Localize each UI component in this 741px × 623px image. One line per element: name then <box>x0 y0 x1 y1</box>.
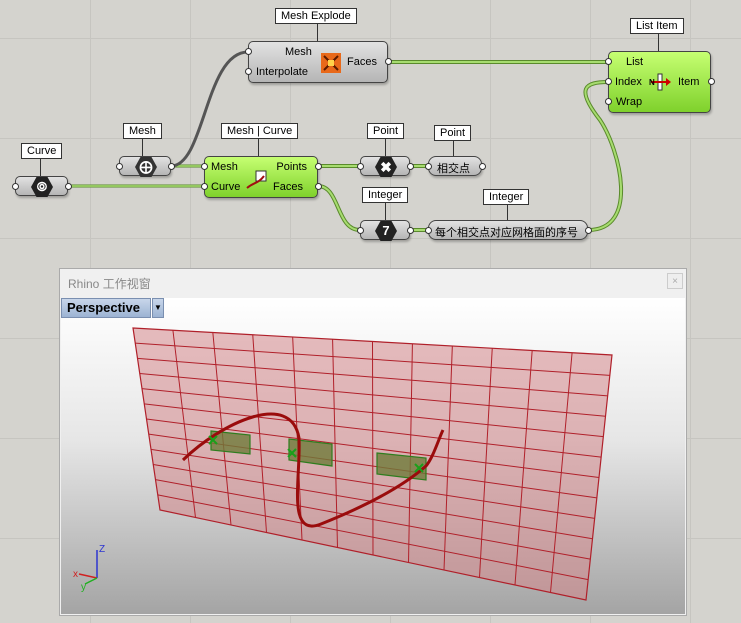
close-icon[interactable]: × <box>667 273 683 289</box>
mesh-icon: ⨁ <box>135 157 157 177</box>
point-param-tag: Point <box>367 123 405 139</box>
mesh-curve-component[interactable]: Mesh Curve Points Faces <box>201 156 322 198</box>
integer-panel[interactable]: 每个相交点对应网格面的序号 <box>425 220 592 240</box>
list-item-tag: List Item <box>630 18 684 34</box>
list-item-icon: N <box>649 73 671 91</box>
mesh-curve-icon <box>246 170 267 189</box>
svg-text:N: N <box>649 78 655 87</box>
axis-z-label: Z <box>99 544 105 555</box>
integer-param-component[interactable]: 7 <box>357 220 414 241</box>
list-item-input-wrap[interactable]: Wrap <box>616 96 642 108</box>
list-item-output-item[interactable]: Item <box>678 76 699 88</box>
point-panel[interactable]: 相交点 <box>425 156 486 176</box>
point-param-component[interactable]: ✖ <box>357 156 414 177</box>
mesh-curve-output-points[interactable]: Points <box>276 161 307 173</box>
integer-panel-text: 每个相交点对应网格面的序号 <box>435 227 578 239</box>
integer-icon: 7 <box>375 221 397 241</box>
curve-icon: ⦾ <box>31 177 53 197</box>
point-icon: ✖ <box>375 157 397 177</box>
rhino-viewport-window[interactable]: Rhino 工作视窗 × Perspective ▼ Z x y <box>59 268 687 616</box>
mesh-curve-input-mesh[interactable]: Mesh <box>211 161 238 173</box>
list-item-component[interactable]: List Index Wrap Item N <box>605 51 715 113</box>
mesh-explode-input-interpolate[interactable]: Interpolate <box>256 66 308 78</box>
explode-icon <box>321 53 341 73</box>
mesh-param-component[interactable]: ⨁ <box>116 156 175 177</box>
list-item-input-index[interactable]: Index <box>615 76 642 88</box>
axis-triad: Z x y <box>73 544 105 593</box>
list-item-input-list[interactable]: List <box>626 56 643 68</box>
point-panel-text: 相交点 <box>437 163 470 175</box>
mesh-curve-output-faces[interactable]: Faces <box>273 181 303 193</box>
curve-param-component[interactable]: ⦾ <box>12 176 72 197</box>
axis-y-label: y <box>81 582 86 593</box>
point-panel-tag: Point <box>434 125 472 141</box>
mesh-explode-output-faces[interactable]: Faces <box>347 56 377 68</box>
integer-param-tag: Integer <box>362 187 409 203</box>
perspective-view[interactable]: Perspective ▼ Z x y <box>61 298 685 614</box>
mesh-curve-tag: Mesh | Curve <box>221 123 299 139</box>
rhino-window-title: Rhino 工作视窗 <box>68 277 151 291</box>
mesh-explode-tag: Mesh Explode <box>275 8 357 24</box>
axis-x-label: x <box>73 569 78 580</box>
mesh-scene: Z x y <box>73 327 613 601</box>
curve-param-tag: Curve <box>21 143 63 159</box>
mesh-param-tag: Mesh <box>123 123 162 139</box>
integer-panel-tag: Integer <box>483 189 530 205</box>
mesh-explode-component[interactable]: Mesh Interpolate Faces <box>245 41 392 83</box>
mesh-explode-input-mesh[interactable]: Mesh <box>285 46 312 58</box>
mesh-curve-input-curve[interactable]: Curve <box>211 181 240 193</box>
